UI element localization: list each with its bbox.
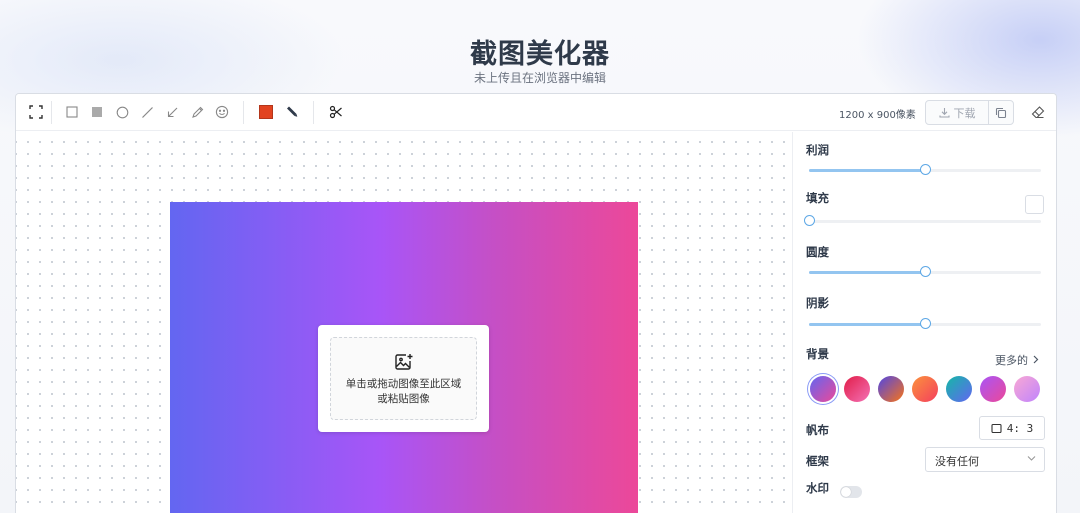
canvas-ratio-button[interactable]: 4: 3 <box>979 416 1045 440</box>
toolbar-divider <box>313 101 314 124</box>
canvas-size-readout: 1200 x 900像素 <box>839 110 916 121</box>
toolbar: 1200 x 900像素 下载 <box>16 94 1056 131</box>
frame-label: 框架 <box>806 454 829 468</box>
background-swatch[interactable] <box>844 376 870 402</box>
slider-track <box>809 220 1041 223</box>
watermark-label: 水印 <box>806 481 829 495</box>
more-label: 更多的 <box>995 354 1028 367</box>
slider-fill <box>809 169 925 172</box>
rectangle-filled-icon[interactable] <box>88 103 106 121</box>
background-swatch[interactable] <box>810 376 836 402</box>
arrow-icon[interactable] <box>163 103 181 121</box>
background-swatch[interactable] <box>980 376 1006 402</box>
more-backgrounds-link[interactable]: 更多的 <box>995 352 1039 368</box>
toolbar-divider <box>51 101 52 124</box>
slider-thumb[interactable] <box>920 266 931 277</box>
download-icon <box>938 108 950 118</box>
download-group: 下载 <box>925 100 1014 125</box>
gradient-background-preview: 单击或拖动图像至此区域 或粘贴图像 <box>170 202 638 513</box>
slider-thumb[interactable] <box>804 215 815 226</box>
pencil-icon[interactable] <box>188 103 206 121</box>
copy-icon <box>995 107 1007 118</box>
color-swatch <box>259 105 273 119</box>
padding-slider[interactable] <box>809 164 1041 176</box>
canvas-ratio-value: 4: 3 <box>1006 421 1034 435</box>
download-label: 下载 <box>953 106 976 120</box>
background-swatches <box>810 376 1050 403</box>
copy-button[interactable] <box>989 101 1013 124</box>
slider-thumb[interactable] <box>920 318 931 329</box>
page-subtitle: 未上传且在浏览器中编辑 <box>473 71 606 85</box>
radius-label: 圆度 <box>806 245 829 259</box>
background-swatch[interactable] <box>912 376 938 402</box>
page-header: 截图美化器 未上传且在浏览器中编辑 <box>0 0 1080 92</box>
toggle-knob <box>841 487 851 497</box>
frame-select-value: 没有任何 <box>935 455 979 468</box>
shadow-slider[interactable] <box>809 318 1041 330</box>
emoji-icon[interactable] <box>213 103 231 121</box>
scissors-icon[interactable] <box>327 103 345 121</box>
radius-slider[interactable] <box>809 266 1041 278</box>
download-button[interactable]: 下载 <box>926 101 989 124</box>
shadow-label: 阴影 <box>806 296 829 310</box>
editor-canvas[interactable]: 单击或拖动图像至此区域 或粘贴图像 <box>16 132 792 513</box>
page-title: 截图美化器 <box>470 39 610 70</box>
aspect-ratio-icon <box>991 423 1002 433</box>
chevron-right-icon <box>1033 355 1038 364</box>
frame-select[interactable]: 没有任何 <box>925 447 1045 472</box>
slider-fill <box>809 323 925 326</box>
slider-thumb[interactable] <box>920 164 931 175</box>
fill-slider[interactable] <box>804 215 1041 227</box>
upload-hint-line2: 或粘贴图像 <box>377 393 430 405</box>
circle-icon[interactable] <box>113 103 131 121</box>
padding-label: 利润 <box>806 143 829 157</box>
upload-hint: 单击或拖动图像至此区域 或粘贴图像 <box>331 377 476 407</box>
background-label: 背景 <box>806 347 829 361</box>
add-image-icon <box>394 353 414 375</box>
upload-dropzone[interactable]: 单击或拖动图像至此区域 或粘贴图像 <box>330 337 477 420</box>
upload-card: 单击或拖动图像至此区域 或粘贴图像 <box>318 325 489 432</box>
upload-hint-line1: 单击或拖动图像至此区域 <box>345 378 462 390</box>
eraser-icon[interactable] <box>1031 104 1045 123</box>
slider-fill <box>809 271 925 274</box>
settings-panel: 利润 填充 圆度 阴影 背景 更多的 帆布 4: 3 框架 没有任何 水印 <box>792 132 1056 513</box>
crop-frame-icon[interactable] <box>27 103 45 121</box>
background-swatch[interactable] <box>1014 376 1040 402</box>
marker-icon[interactable] <box>282 103 300 121</box>
fill-label: 填充 <box>806 191 829 205</box>
rectangle-outline-icon[interactable] <box>63 103 81 121</box>
background-swatch[interactable] <box>878 376 904 402</box>
editor-window: 1200 x 900像素 下载 单击或拖动图像至此区域 或粘贴图像 利润 填充 … <box>15 93 1057 513</box>
color-picker[interactable] <box>257 103 275 121</box>
line-icon[interactable] <box>138 103 156 121</box>
toolbar-divider <box>243 101 244 124</box>
chevron-down-icon <box>1027 456 1036 461</box>
fill-color-swatch[interactable] <box>1025 195 1044 214</box>
canvas-label: 帆布 <box>806 423 829 437</box>
watermark-toggle[interactable] <box>840 486 862 498</box>
background-swatch[interactable] <box>946 376 972 402</box>
